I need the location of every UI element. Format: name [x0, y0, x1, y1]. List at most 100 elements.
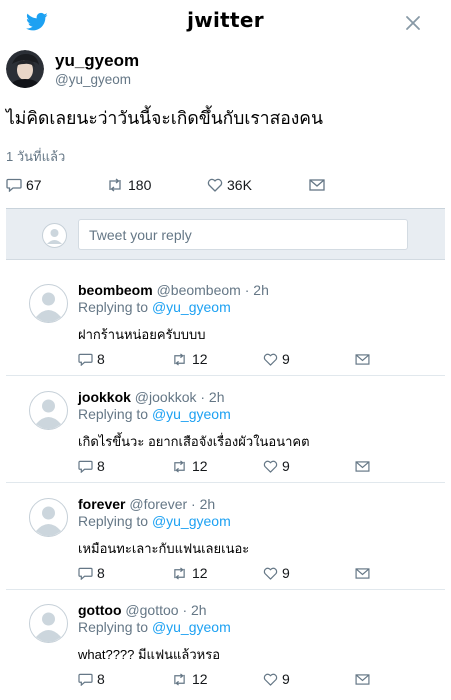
replying-label: Replying to — [78, 406, 149, 422]
heart-icon — [263, 567, 278, 580]
tweet-author: yu_gyeom @yu_gyeom — [6, 50, 436, 92]
retweet-button[interactable]: 12 — [171, 351, 208, 367]
reply-count: 8 — [97, 458, 105, 474]
retweet-icon — [174, 352, 185, 366]
like-count: 9 — [282, 671, 290, 687]
author-handle[interactable]: @yu_gyeom — [55, 72, 131, 87]
reply-author-handle[interactable]: @forever — [129, 496, 187, 512]
reply-button[interactable]: 67 — [6, 176, 42, 194]
replying-label: Replying to — [78, 513, 149, 529]
heart-icon — [263, 673, 278, 686]
retweet-count: 12 — [192, 671, 208, 687]
retweet-button[interactable]: 12 — [171, 458, 208, 474]
replying-to: Replying to @yu_gyeom — [78, 513, 231, 529]
default-avatar-icon[interactable] — [29, 391, 68, 430]
replying-label: Replying to — [78, 619, 149, 635]
replying-to: Replying to @yu_gyeom — [78, 299, 231, 315]
default-avatar-icon — [42, 223, 67, 248]
retweet-count: 180 — [128, 177, 152, 193]
tweet-timestamp[interactable]: 1 วันที่แล้ว — [6, 146, 65, 167]
reply-author-handle[interactable]: @beombeom — [157, 282, 241, 298]
replying-to: Replying to @yu_gyeom — [78, 406, 231, 422]
reply-icon — [78, 673, 93, 686]
reply-divider — [6, 375, 445, 376]
tweet-text: ไม่คิดเลยนะว่าวันนี้จะเกิดขึ้นกับเราสองค… — [6, 108, 323, 128]
reply-input[interactable] — [78, 219, 408, 250]
heart-icon — [263, 353, 278, 366]
envelope-icon — [355, 673, 370, 685]
reply-author-name[interactable]: forever — [78, 496, 125, 512]
reply-author-name[interactable]: jookkok — [78, 389, 131, 405]
heart-icon — [207, 178, 223, 192]
retweet-button[interactable]: 12 — [171, 565, 208, 581]
like-count: 9 — [282, 565, 290, 581]
reply-time: · 2h — [191, 496, 216, 512]
like-button[interactable]: 9 — [263, 565, 290, 581]
reply-count: 67 — [26, 177, 42, 193]
default-avatar-icon[interactable] — [29, 498, 68, 537]
replying-to-link[interactable]: @yu_gyeom — [152, 513, 231, 529]
retweet-button[interactable]: 12 — [171, 671, 208, 687]
reply-actions: 8 12 9 — [78, 565, 378, 581]
message-button[interactable] — [309, 176, 325, 194]
reply-author-handle[interactable]: @gottoo — [125, 602, 178, 618]
reply-author-handle[interactable]: @jookkok — [135, 389, 197, 405]
replying-to-link[interactable]: @yu_gyeom — [152, 406, 231, 422]
author-avatar[interactable] — [6, 50, 44, 88]
like-button[interactable]: 9 — [263, 351, 290, 367]
replying-label: Replying to — [78, 299, 149, 315]
reply-item[interactable]: jookkok @jookkok · 2h Replying to @yu_gye… — [0, 377, 451, 482]
retweet-icon — [109, 178, 121, 192]
envelope-icon — [309, 179, 325, 191]
default-avatar-icon[interactable] — [29, 284, 68, 323]
message-button[interactable] — [355, 565, 370, 581]
author-name[interactable]: yu_gyeom — [55, 51, 139, 71]
default-avatar-icon[interactable] — [29, 604, 68, 643]
retweet-button[interactable]: 180 — [106, 176, 151, 194]
reply-meta: forever @forever · 2h — [78, 496, 215, 512]
reply-button[interactable]: 8 — [78, 565, 105, 581]
reply-meta: jookkok @jookkok · 2h — [78, 389, 225, 405]
reply-text: เกิดไรขึ้นวะ อยากเสือจังเรื่องผัวในอนาคต — [78, 434, 310, 449]
message-button[interactable] — [355, 458, 370, 474]
retweet-icon — [174, 672, 185, 686]
reply-meta: gottoo @gottoo · 2h — [78, 602, 207, 618]
reply-item[interactable]: beombeom @beombeom · 2h Replying to @yu_g… — [0, 270, 451, 375]
reply-author-name[interactable]: beombeom — [78, 282, 153, 298]
like-button[interactable]: 36K — [207, 176, 252, 194]
reply-actions: 8 12 9 — [78, 458, 378, 474]
reply-time: · 2h — [182, 602, 207, 618]
reply-icon — [78, 567, 93, 580]
like-button[interactable]: 9 — [263, 458, 290, 474]
reply-icon — [78, 460, 93, 473]
reply-count: 8 — [97, 565, 105, 581]
reply-button[interactable]: 8 — [78, 671, 105, 687]
reply-button[interactable]: 8 — [78, 458, 105, 474]
replying-to: Replying to @yu_gyeom — [78, 619, 231, 635]
reply-item[interactable]: gottoo @gottoo · 2h Replying to @yu_gyeom… — [0, 590, 451, 695]
reply-actions: 8 12 9 — [78, 351, 378, 367]
reply-item[interactable]: forever @forever · 2h Replying to @yu_gye… — [0, 484, 451, 589]
reply-icon — [6, 178, 22, 192]
replying-to-link[interactable]: @yu_gyeom — [152, 299, 231, 315]
envelope-icon — [355, 567, 370, 579]
close-icon[interactable] — [404, 14, 422, 32]
tweet-actions: 67 180 36K — [6, 176, 336, 194]
reply-count: 8 — [97, 671, 105, 687]
reply-button[interactable]: 8 — [78, 351, 105, 367]
like-count: 9 — [282, 458, 290, 474]
app-brand-title: jwitter — [187, 8, 264, 32]
reply-author-name[interactable]: gottoo — [78, 602, 122, 618]
reply-text: what???? มีแฟนแล้วหรอ — [78, 647, 221, 662]
replying-to-link[interactable]: @yu_gyeom — [152, 619, 231, 635]
reply-meta: beombeom @beombeom · 2h — [78, 282, 269, 298]
message-button[interactable] — [355, 351, 370, 367]
retweet-icon — [174, 566, 185, 580]
top-bar: jwitter — [0, 0, 451, 44]
retweet-count: 12 — [192, 458, 208, 474]
message-button[interactable] — [355, 671, 370, 687]
like-count: 36K — [227, 177, 252, 193]
like-button[interactable]: 9 — [263, 671, 290, 687]
retweet-count: 12 — [192, 565, 208, 581]
reply-time: · 2h — [244, 282, 269, 298]
